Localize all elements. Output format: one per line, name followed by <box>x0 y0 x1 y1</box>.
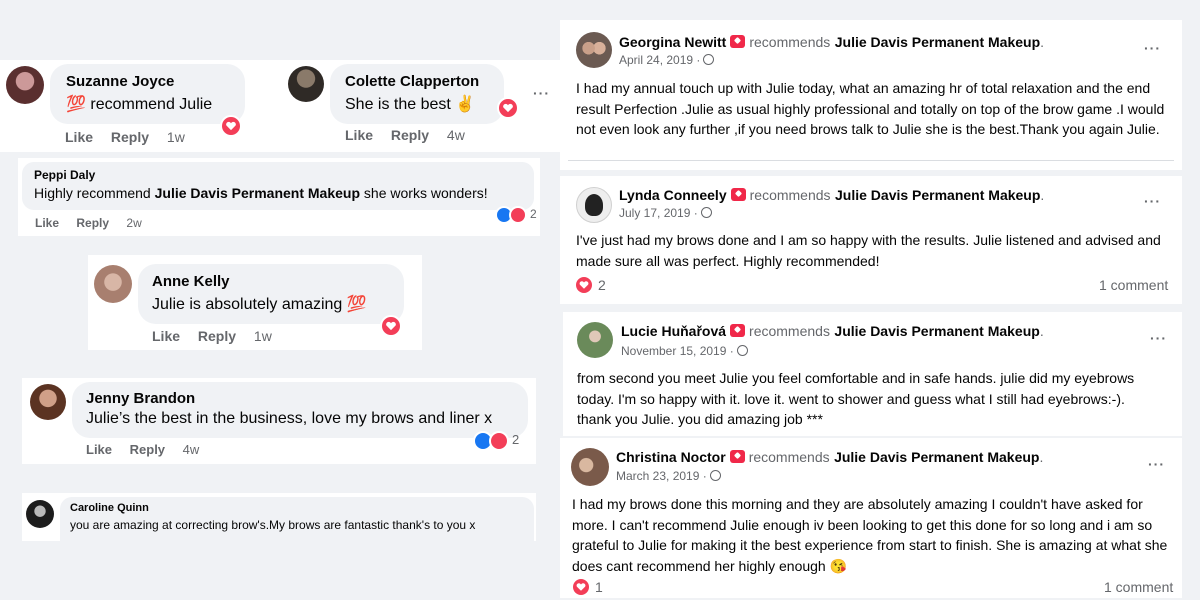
comment-time[interactable]: 1w <box>254 328 272 344</box>
reaction-count[interactable]: 2 <box>530 207 537 221</box>
comment-text: She is the best ✌ <box>345 96 476 113</box>
more-options-icon[interactable]: ··· <box>1144 40 1161 56</box>
like-link[interactable]: Like <box>65 129 93 145</box>
like-link[interactable]: Like <box>35 216 59 230</box>
love-reaction-icon[interactable] <box>489 431 509 451</box>
like-link[interactable]: Like <box>152 328 180 344</box>
page-link[interactable]: Julie Davis Permanent Makeup <box>834 449 1039 465</box>
comment-author[interactable]: Colette Clapperton <box>345 73 489 90</box>
review-header: Christina Noctor recommends Julie Davis P… <box>616 449 1044 465</box>
comment-count-link[interactable]: 1 comment <box>1099 277 1168 293</box>
page-mention-link[interactable]: Julie Davis Permanent Makeup <box>155 185 360 201</box>
avatar[interactable] <box>576 187 612 223</box>
page-link[interactable]: Julie Davis Permanent Makeup <box>835 187 1040 203</box>
avatar[interactable] <box>30 384 66 420</box>
avatar[interactable] <box>576 32 612 68</box>
comment-bubble: Suzanne Joyce 💯 recommend Julie <box>50 64 245 124</box>
comment-bubble: Peppi Daly Highly recommend Julie Davis … <box>22 162 534 210</box>
avatar[interactable] <box>94 265 132 303</box>
globe-icon <box>700 207 712 218</box>
love-reaction-icon[interactable] <box>509 206 527 224</box>
love-reaction-icon[interactable] <box>380 315 402 337</box>
comment-actions: Like Reply 1w <box>65 129 199 145</box>
comment-text: you are amazing at correcting brow's.My … <box>70 518 476 532</box>
review-header: Georgina Newitt recommends Julie Davis Pe… <box>619 34 1045 50</box>
comment-author[interactable]: Jenny Brandon <box>86 390 514 407</box>
page-link[interactable]: Julie Davis Permanent Makeup <box>835 34 1040 50</box>
avatar[interactable] <box>577 322 613 358</box>
recommends-label: recommends <box>749 323 830 339</box>
reply-link[interactable]: Reply <box>391 127 429 143</box>
reviewer-name[interactable]: Lynda Conneely <box>619 187 727 203</box>
review-date[interactable]: April 24, 2019 · <box>619 53 715 67</box>
comment-author[interactable]: Caroline Quinn <box>70 502 524 514</box>
review-body: from second you meet Julie you feel comf… <box>577 370 1135 427</box>
page-link[interactable]: Julie Davis Permanent Makeup <box>834 323 1039 339</box>
review-date[interactable]: July 17, 2019 · <box>619 206 712 220</box>
comment-actions: Like Reply 1w <box>152 328 286 344</box>
comment-actions: Like Reply 2w <box>35 216 156 230</box>
love-reaction-icon[interactable] <box>497 97 519 119</box>
reply-link[interactable]: Reply <box>111 129 149 145</box>
comment-actions: Like Reply 4w <box>345 127 479 143</box>
review-date[interactable]: November 15, 2019 · <box>621 344 748 358</box>
love-reaction-icon[interactable] <box>573 579 589 595</box>
reaction-count[interactable]: 2 <box>598 277 606 293</box>
love-reaction-icon[interactable] <box>220 115 242 137</box>
review-header: Lucie Huňařová recommends Julie Davis Per… <box>621 323 1044 339</box>
more-options-icon[interactable]: ··· <box>533 85 550 101</box>
more-options-icon[interactable]: ··· <box>1144 193 1161 209</box>
comment-count-link[interactable]: 1 comment <box>1104 579 1173 595</box>
avatar[interactable] <box>6 66 44 104</box>
recommends-label: recommends <box>748 449 830 465</box>
globe-icon <box>703 54 715 65</box>
reaction-count[interactable]: 1 <box>595 579 603 595</box>
globe-icon <box>709 470 721 481</box>
comment-text: Highly recommend Julie Davis Permanent M… <box>34 185 488 201</box>
reply-link[interactable]: Reply <box>198 328 236 344</box>
comment-bubble: Caroline Quinn you are amazing at correc… <box>60 497 534 541</box>
like-link[interactable]: Like <box>345 127 373 143</box>
comment-author[interactable]: Suzanne Joyce <box>66 73 229 90</box>
review-body: I had my brows done this morning and the… <box>572 496 1168 574</box>
review-body: I had my annual touch up with Julie toda… <box>576 80 1165 137</box>
comment-author[interactable]: Peppi Daly <box>34 168 522 182</box>
recommend-badge-icon <box>730 324 746 337</box>
comment-time[interactable]: 4w <box>447 127 465 143</box>
recommend-badge-icon <box>730 35 746 48</box>
comment-time[interactable]: 4w <box>183 442 200 457</box>
reviewer-name[interactable]: Christina Noctor <box>616 449 726 465</box>
comment-text: Julie is absolutely amazing 💯 <box>152 296 367 313</box>
comment-text: 💯 recommend Julie <box>66 96 213 113</box>
more-options-icon[interactable]: ··· <box>1150 330 1167 346</box>
comment-bubble: Anne Kelly Julie is absolutely amazing 💯 <box>138 264 404 324</box>
reviewer-name[interactable]: Lucie Huňařová <box>621 323 726 339</box>
recommend-badge-icon <box>730 188 746 201</box>
comment-time[interactable]: 2w <box>126 216 141 230</box>
comment-bubble: Colette Clapperton She is the best ✌ <box>330 64 504 124</box>
reviewer-name[interactable]: Georgina Newitt <box>619 34 726 50</box>
love-reaction-icon[interactable] <box>576 277 592 293</box>
comment-time[interactable]: 1w <box>167 129 185 145</box>
globe-icon <box>736 345 748 356</box>
avatar[interactable] <box>288 66 324 102</box>
recommends-label: recommends <box>749 34 831 50</box>
recommend-badge-icon <box>729 450 745 463</box>
reaction-count[interactable]: 2 <box>512 432 519 447</box>
reply-link[interactable]: Reply <box>76 216 109 230</box>
review-header: Lynda Conneely recommends Julie Davis Per… <box>619 187 1045 203</box>
recommends-label: recommends <box>749 187 831 203</box>
comment-author[interactable]: Anne Kelly <box>152 273 390 290</box>
review-date[interactable]: March 23, 2019 · <box>616 469 721 483</box>
avatar[interactable] <box>571 448 609 486</box>
divider <box>568 160 1174 161</box>
reply-link[interactable]: Reply <box>130 442 165 457</box>
comment-actions: Like Reply 4w <box>86 442 213 457</box>
comment-text: Julie’s the best in the business, love m… <box>86 410 493 427</box>
avatar[interactable] <box>26 500 54 528</box>
like-link[interactable]: Like <box>86 442 112 457</box>
more-options-icon[interactable]: ··· <box>1148 456 1165 472</box>
comment-bubble: Jenny Brandon Julie’s the best in the bu… <box>72 382 528 438</box>
review-body: I've just had my brows done and I am so … <box>576 232 1161 269</box>
